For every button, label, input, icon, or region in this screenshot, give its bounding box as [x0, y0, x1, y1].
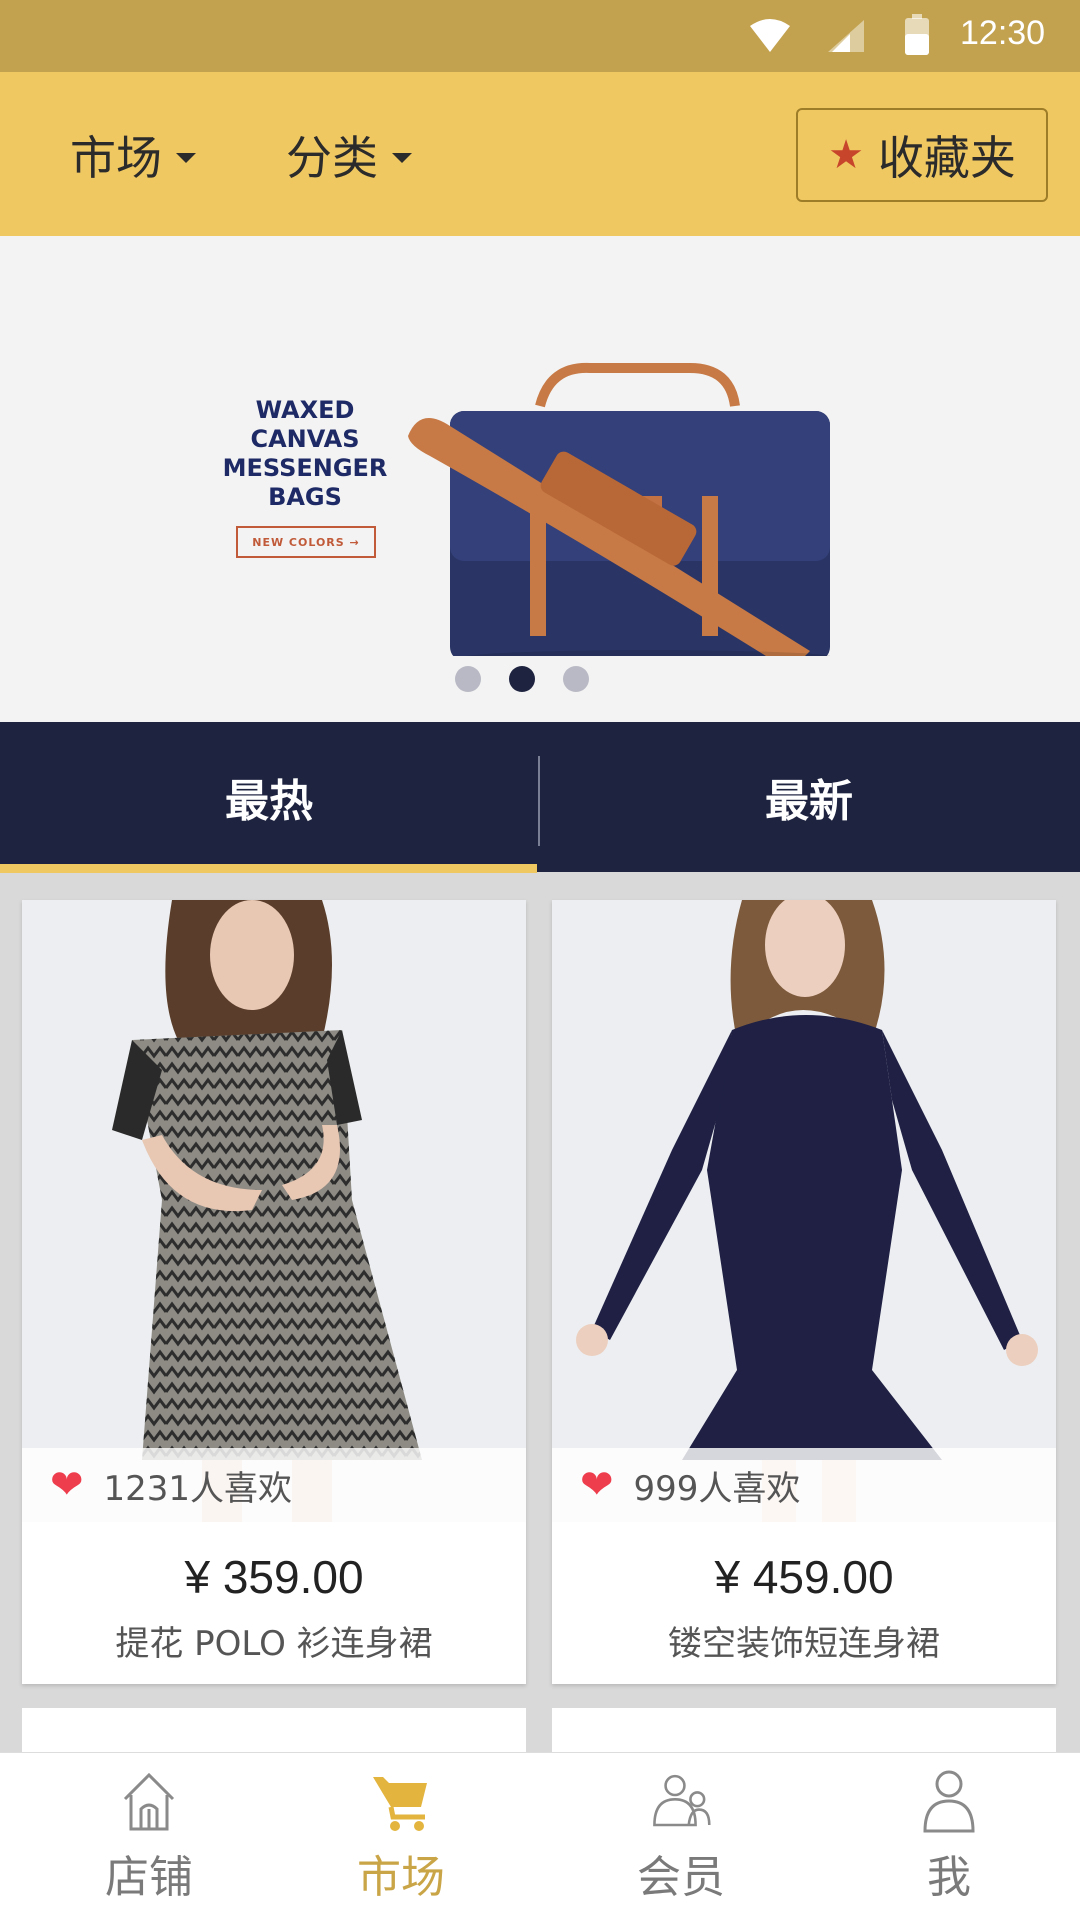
likes-count: 999人喜欢 [633, 1468, 801, 1509]
carousel-dot[interactable] [455, 666, 481, 692]
product-card[interactable]: ❤ 999人喜欢 ¥ 459.00 镂空装饰短连身裙 [552, 900, 1056, 1684]
heart-icon[interactable]: ❤ [580, 1462, 614, 1508]
clock: 12:30 [960, 14, 1046, 52]
nav-shop[interactable]: 店铺 [14, 1753, 284, 1920]
category-dropdown-label: 分类 [286, 131, 378, 185]
banner-new-colors-link[interactable]: NEW COLORS → [236, 526, 376, 558]
product-card[interactable]: ❤ 1231人喜欢 ¥ 359.00 提花 POLO 衫连身裙 [22, 900, 526, 1684]
likes-bar: ❤ 1231人喜欢 [22, 1448, 526, 1522]
favorites-label: 收藏夹 [877, 131, 1016, 185]
nav-market[interactable]: 市场 [266, 1753, 536, 1920]
caret-down-icon [392, 153, 412, 163]
tab-hottest[interactable]: 最热 [0, 722, 538, 872]
user-icon [923, 1770, 975, 1833]
carousel-dot[interactable] [563, 666, 589, 692]
carousel-dot-active[interactable] [509, 666, 535, 692]
bottom-nav: 店铺 市场 会员 我 [0, 1752, 1080, 1920]
category-dropdown[interactable]: 分类 [286, 122, 412, 188]
dress-model-photo [22, 900, 526, 1522]
carousel-indicator [0, 666, 1062, 692]
likes-count: 1231人喜欢 [103, 1468, 293, 1509]
cart-icon [373, 1777, 427, 1831]
sort-tabs: 最热 最新 [0, 722, 1080, 872]
messenger-bag-image [408, 362, 830, 656]
product-image [22, 900, 526, 1522]
banner-headline: WAXED CANVAS MESSENGER BAGS [222, 396, 388, 511]
star-icon: ★ [828, 132, 864, 178]
members-icon [653, 1774, 711, 1827]
tab-newest[interactable]: 最新 [540, 722, 1078, 872]
top-header: 市场 分类 ★ 收藏夹 [0, 72, 1080, 236]
dress-model-photo [552, 900, 1056, 1522]
shop-house-icon [123, 1772, 175, 1831]
heart-icon[interactable]: ❤ [50, 1462, 84, 1508]
product-name: 镂空装饰短连身裙 [668, 1624, 940, 1664]
product-price: ¥ 459.00 [714, 1551, 894, 1603]
nav-shop-label: 店铺 [105, 1852, 193, 1903]
likes-bar: ❤ 999人喜欢 [552, 1448, 1056, 1522]
active-tab-indicator [0, 864, 537, 873]
caret-down-icon [176, 153, 196, 163]
nav-market-label: 市场 [357, 1852, 445, 1903]
nav-member-label: 会员 [637, 1852, 725, 1903]
market-dropdown[interactable]: 市场 [70, 122, 196, 188]
product-name: 提花 POLO 衫连身裙 [115, 1624, 433, 1664]
wifi-icon [750, 19, 790, 52]
signal-icon [828, 20, 864, 52]
nav-me[interactable]: 我 [814, 1753, 1080, 1920]
nav-me-label: 我 [927, 1852, 971, 1903]
favorites-button[interactable]: ★ 收藏夹 [796, 108, 1048, 202]
status-bar: 12:30 [0, 0, 1080, 72]
banner-carousel[interactable]: WAXED CANVAS MESSENGER BAGS NEW COLORS → [0, 236, 1080, 722]
battery-icon [905, 14, 929, 55]
product-image [552, 900, 1056, 1522]
nav-member[interactable]: 会员 [546, 1753, 816, 1920]
market-dropdown-label: 市场 [70, 131, 162, 185]
product-price: ¥ 359.00 [184, 1551, 364, 1603]
